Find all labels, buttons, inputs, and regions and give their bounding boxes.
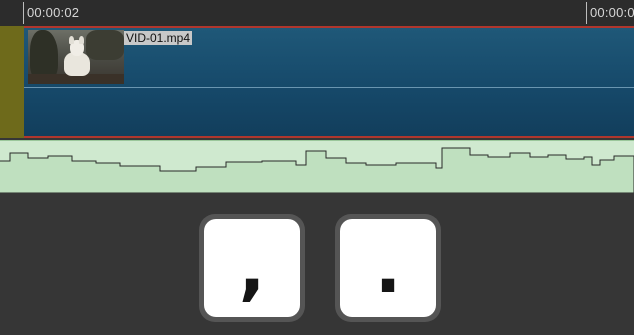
ruler-timecode-end: 00:00:0	[590, 5, 634, 20]
ruler-tick	[586, 2, 587, 24]
period-key-label: .	[374, 227, 402, 309]
keyboard-shortcut-overlay: , .	[0, 193, 634, 335]
editor-window: 00:00:02 00:00:0 VID-01.mp4 , .	[0, 0, 634, 335]
clip-name-label: VID-01.mp4	[124, 31, 193, 45]
timeline-ruler[interactable]: 00:00:02 00:00:0	[0, 0, 634, 26]
ruler-timecode-start: 00:00:02	[27, 5, 80, 20]
video-track: VID-01.mp4	[0, 26, 634, 138]
clip-thumbnail	[28, 30, 124, 84]
video-clip[interactable]: VID-01.mp4	[24, 26, 634, 138]
comma-key[interactable]: ,	[199, 214, 305, 322]
video-track-lead	[0, 26, 24, 138]
clip-divider	[24, 87, 634, 88]
comma-key-label: ,	[238, 227, 266, 309]
audio-track[interactable]	[0, 140, 634, 193]
period-key[interactable]: .	[335, 214, 441, 322]
ruler-tick	[23, 2, 24, 24]
audio-waveform	[0, 147, 634, 193]
